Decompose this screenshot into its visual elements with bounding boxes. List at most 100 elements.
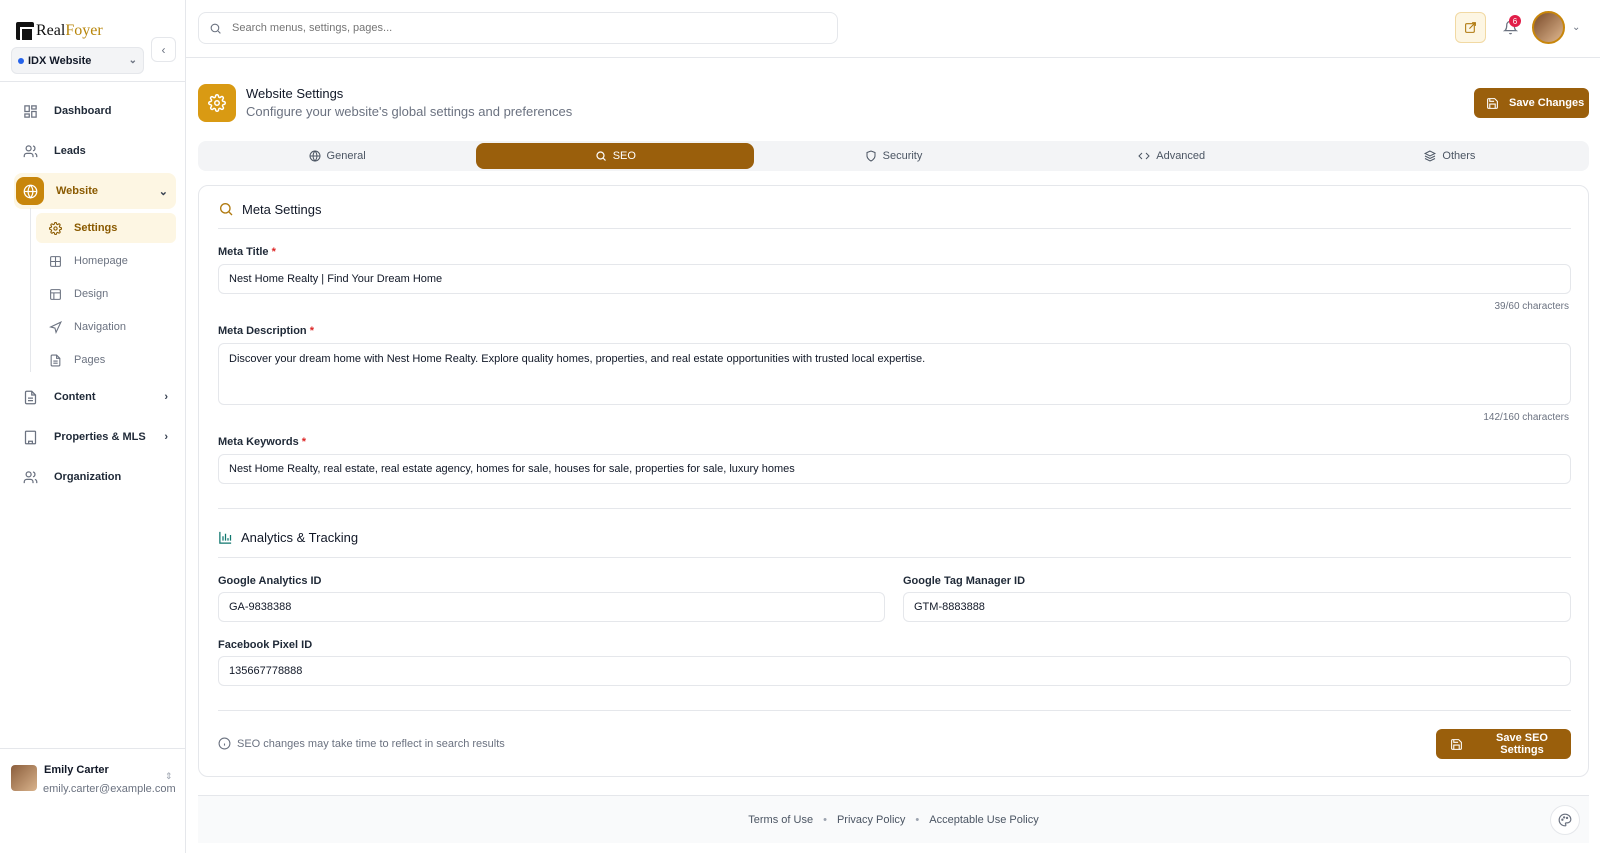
sidebar-subitem-pages[interactable]: Pages <box>36 345 176 375</box>
sidebar-item-website[interactable]: Website ⌄ <box>14 173 176 209</box>
meta-title-label: Meta Title * <box>218 246 276 258</box>
sidebar-item-label: Leads <box>54 145 86 157</box>
divider <box>218 508 1571 509</box>
sidebar-subitem-label: Design <box>74 288 109 300</box>
footer-separator: • <box>823 813 827 826</box>
notification-badge: 6 <box>1509 15 1521 27</box>
brand-name-part2: Foyer <box>65 22 103 39</box>
page-subtitle: Configure your website's global settings… <box>246 104 573 119</box>
external-link-icon <box>1464 21 1477 34</box>
open-website-button[interactable] <box>1455 12 1486 43</box>
tab-label: General <box>326 150 366 162</box>
brand-name-part1: Real <box>36 22 66 39</box>
meta-description-textarea[interactable]: Discover your dream home with Nest Home … <box>218 343 1571 405</box>
settings-tabs: General SEO Security Advanced Others <box>198 141 1589 171</box>
chevron-down-icon: ⌄ <box>158 185 168 198</box>
search-icon <box>595 150 607 162</box>
site-selector-value: IDX Website <box>28 54 92 67</box>
tab-others[interactable]: Others <box>1311 141 1589 171</box>
gear-icon <box>48 221 62 235</box>
sidebar-item-label: Dashboard <box>54 105 112 117</box>
file-icon <box>48 353 62 367</box>
navigation-icon <box>48 320 62 334</box>
meta-description-counter: 142/160 characters <box>1483 412 1569 423</box>
save-seo-settings-button[interactable]: Save SEO Settings <box>1436 729 1571 759</box>
gtm-input[interactable]: GTM-8883888 <box>903 592 1571 622</box>
save-changes-button[interactable]: Save Changes <box>1474 88 1589 118</box>
user-name: Emily Carter <box>44 764 109 776</box>
seo-settings-card: Meta Settings Meta Title * Nest Home Rea… <box>198 185 1589 777</box>
footer-link-acceptable-use[interactable]: Acceptable Use Policy <box>929 814 1038 826</box>
footer: Terms of Use • Privacy Policy • Acceptab… <box>198 795 1589 843</box>
tab-label: Others <box>1442 150 1476 162</box>
sidebar-subitem-settings[interactable]: Settings <box>36 213 176 243</box>
facebook-pixel-label: Facebook Pixel ID <box>218 639 313 651</box>
search-input[interactable] <box>232 22 792 34</box>
save-icon <box>1450 738 1463 751</box>
tab-advanced[interactable]: Advanced <box>1033 141 1311 171</box>
tab-seo[interactable]: SEO <box>476 143 755 169</box>
chevron-down-icon[interactable]: ⌄ <box>1572 22 1580 33</box>
search-bar[interactable] <box>198 12 838 44</box>
facebook-pixel-value: 135667778888 <box>229 665 303 677</box>
label-text: Meta Keywords <box>218 436 299 448</box>
globe-icon <box>309 150 321 162</box>
palette-icon <box>1558 813 1572 827</box>
sidebar-subitem-homepage[interactable]: Homepage <box>36 246 176 276</box>
dashboard-icon <box>22 103 38 119</box>
facebook-pixel-input[interactable]: 135667778888 <box>218 656 1571 686</box>
gtm-value: GTM-8883888 <box>914 601 985 613</box>
sidebar-item-label: Organization <box>54 471 122 483</box>
sidebar-item-label: Website <box>56 185 98 197</box>
tab-general[interactable]: General <box>198 141 476 171</box>
google-analytics-input[interactable]: GA-9838388 <box>218 592 885 622</box>
grid-icon <box>48 254 62 268</box>
search-icon <box>209 22 222 35</box>
tab-security[interactable]: Security <box>754 141 1032 171</box>
sidebar-subitem-label: Settings <box>74 222 118 234</box>
footer-separator: • <box>915 813 920 826</box>
analytics-header: Analytics & Tracking <box>218 530 358 545</box>
shield-icon <box>865 150 877 162</box>
label-text: Meta Title <box>218 246 269 258</box>
globe-icon <box>16 177 44 205</box>
submenu-guide-line <box>30 208 31 372</box>
divider <box>186 57 1600 58</box>
layout-icon <box>48 287 62 301</box>
site-selector[interactable]: IDX Website ⌄ <box>11 47 144 74</box>
sidebar-subitem-label: Navigation <box>74 321 126 333</box>
sidebar-item-dashboard[interactable]: Dashboard <box>14 93 176 129</box>
meta-title-counter: 39/60 characters <box>1494 301 1570 312</box>
tab-label: Security <box>882 150 923 162</box>
tab-label: SEO <box>612 150 636 162</box>
meta-title-input[interactable]: Nest Home Realty | Find Your Dream Home <box>218 264 1571 294</box>
collapse-sidebar-button[interactable]: ‹ <box>151 37 176 62</box>
footer-link-terms[interactable]: Terms of Use <box>748 814 813 826</box>
users-icon <box>22 143 38 159</box>
sidebar-item-content[interactable]: Content › <box>14 379 176 415</box>
bar-chart-icon <box>218 530 233 545</box>
sidebar-subitem-navigation[interactable]: Navigation <box>36 312 176 342</box>
chevron-down-icon: ⌄ <box>128 55 137 66</box>
gear-icon <box>198 84 236 122</box>
info-note-text: SEO changes may take time to reflect in … <box>237 737 505 750</box>
footer-link-privacy[interactable]: Privacy Policy <box>837 814 905 826</box>
sidebar-item-leads[interactable]: Leads <box>14 133 176 169</box>
sidebar-item-properties[interactable]: Properties & MLS › <box>14 419 176 455</box>
meta-keywords-input[interactable]: Nest Home Realty, real estate, real esta… <box>218 454 1571 484</box>
status-dot <box>18 57 24 64</box>
brand-logo[interactable]: Real Foyer <box>16 20 103 42</box>
google-analytics-value: GA-9838388 <box>229 601 292 613</box>
info-icon <box>218 737 231 750</box>
user-menu[interactable]: Emily Carter emily.carter@example.com ⇕ <box>0 748 186 804</box>
theme-palette-button[interactable] <box>1550 805 1580 835</box>
save-icon <box>1486 97 1499 110</box>
sidebar-subitem-design[interactable]: Design <box>36 279 176 309</box>
avatar[interactable] <box>1532 11 1565 44</box>
divider <box>218 228 1571 229</box>
sidebar-item-organization[interactable]: Organization <box>14 459 176 495</box>
gtm-label: Google Tag Manager ID <box>903 575 1026 587</box>
document-icon <box>22 389 38 405</box>
code-icon <box>1138 150 1150 162</box>
chevron-right-icon: › <box>164 431 168 443</box>
